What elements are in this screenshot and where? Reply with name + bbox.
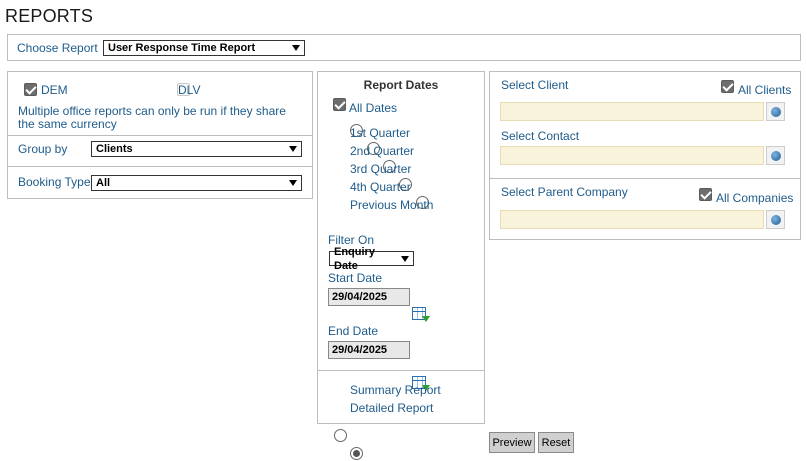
reset-button[interactable]: Reset [538,432,574,453]
client-globe-icon[interactable] [766,102,785,121]
start-date-label: Start Date [328,271,383,285]
parent-lookup-input[interactable] [500,210,764,229]
group-by-select[interactable]: Clients [91,141,302,157]
choose-report-select[interactable]: User Response Time Report [103,40,305,56]
all-dates-label: All Dates [349,101,398,115]
calendar-icon[interactable] [412,306,430,322]
label-summary-report: Summary Report [350,383,441,397]
group-by-panel: Group by Clients [7,135,313,167]
label-previous-month: Previous Month [350,198,434,212]
dropdown-arrow-icon [289,180,297,186]
filter-on-select[interactable]: Enquiry Date [329,246,414,272]
radio-summary-report[interactable] [334,429,347,442]
select-client-label: Select Client [501,78,569,92]
booking-type-panel: Booking Type All [7,166,313,199]
label-detailed-report: Detailed Report [350,401,434,415]
end-date-input[interactable]: 29/04/2025 [328,341,410,359]
booking-type-label: Booking Type [18,175,91,189]
all-clients-checkbox[interactable] [721,80,734,93]
label-4th-quarter: 4th Quarter [350,180,411,194]
parent-globe-icon[interactable] [766,210,785,229]
select-parent-label: Select Parent Company [501,185,628,199]
booking-type-select[interactable]: All [91,175,302,191]
all-dates-checkbox[interactable] [333,98,346,111]
dem-checkbox[interactable] [24,83,37,96]
all-clients-label: All Clients [738,83,792,97]
dem-label: DEM [41,83,68,97]
choose-report-bar: Choose Report User Response Time Report [7,34,801,61]
filter-on-value: Enquiry Date [334,245,375,272]
contact-lookup-input[interactable] [500,146,764,165]
office-note: Multiple office reports can only be run … [18,104,286,131]
report-dates-heading: Report Dates [363,78,439,92]
office-panel: DEM DLV Multiple office reports can only… [7,71,313,136]
contact-globe-icon[interactable] [766,146,785,165]
choose-report-label: Choose Report [17,41,98,55]
dropdown-arrow-icon [292,45,300,51]
dropdown-arrow-icon [289,146,297,152]
parent-company-panel: Select Parent Company All Companies [489,178,801,240]
choose-report-value: User Response Time Report [108,42,256,54]
all-companies-label: All Companies [716,191,794,205]
label-1st-quarter: 1st Quarter [350,126,411,140]
booking-type-value: All [96,177,111,189]
group-by-value: Clients [96,143,133,155]
page-title: REPORTS [5,6,94,26]
client-lookup-input[interactable] [500,102,764,121]
dlv-label: DLV [178,83,201,97]
dropdown-arrow-icon [401,255,409,262]
label-2nd-quarter: 2nd Quarter [350,144,415,158]
group-by-label: Group by [18,142,68,156]
label-3rd-quarter: 3rd Quarter [350,162,412,176]
report-format-divider [318,370,484,371]
all-companies-checkbox[interactable] [699,188,712,201]
select-contact-label: Select Contact [501,129,580,143]
start-date-input[interactable]: 29/04/2025 [328,288,410,306]
preview-button[interactable]: Preview [489,432,535,453]
client-panel: Select Client All Clients Select Contact [489,71,801,179]
radio-detailed-report[interactable] [350,447,364,460]
report-dates-panel: Report Dates All Dates 1st Quarter 2nd Q… [317,71,485,460]
end-date-label: End Date [328,324,379,338]
